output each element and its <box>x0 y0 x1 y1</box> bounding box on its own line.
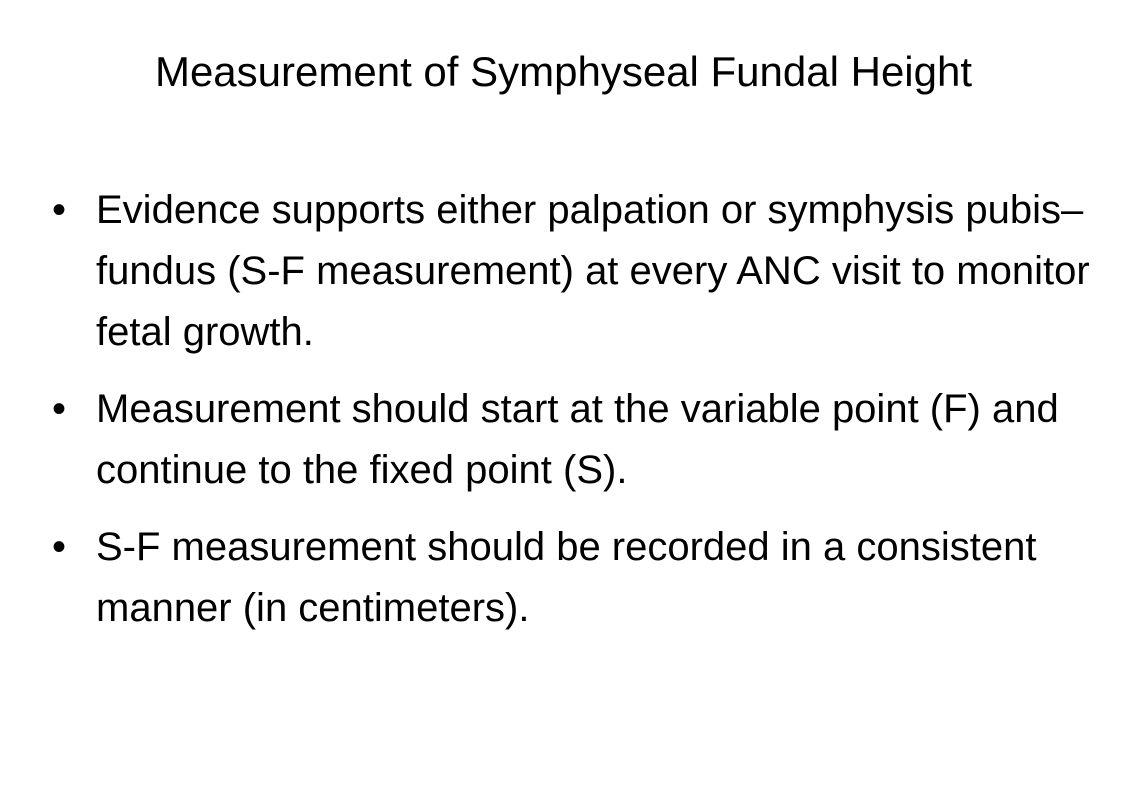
bullet-item: • Evidence supports either palpation or … <box>50 180 1110 363</box>
bullet-text: Evidence supports either palpation or sy… <box>96 188 1090 354</box>
bullet-item: • Measurement should start at the variab… <box>50 379 1110 501</box>
slide: Measurement of Symphyseal Fundal Height … <box>0 0 1127 786</box>
bullet-list: • Evidence supports either palpation or … <box>50 180 1110 655</box>
bullet-item: • S-F measurement should be recorded in … <box>50 517 1110 639</box>
bullet-dot-icon: • <box>52 525 67 569</box>
bullet-dot-icon: • <box>52 188 67 232</box>
bullet-text: S-F measurement should be recorded in a … <box>96 525 1037 630</box>
bullet-dot-icon: • <box>52 387 67 431</box>
slide-title: Measurement of Symphyseal Fundal Height <box>154 48 973 95</box>
bullet-text: Measurement should start at the variable… <box>96 387 1059 492</box>
